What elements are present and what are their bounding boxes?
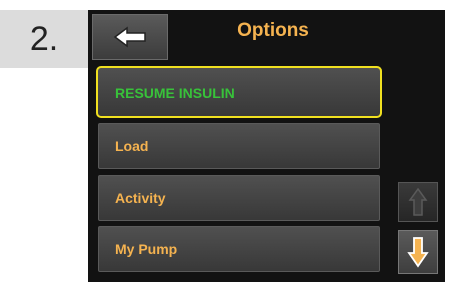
menu-item-label: Activity — [115, 190, 166, 206]
scroll-down-button[interactable] — [398, 230, 438, 274]
menu-item-my-pump[interactable]: My Pump — [98, 226, 380, 272]
menu-item-load[interactable]: Load — [98, 123, 380, 169]
arrow-up-icon — [408, 187, 428, 216]
menu-item-label: My Pump — [115, 241, 178, 257]
back-button[interactable] — [92, 14, 168, 60]
arrow-left-icon — [113, 26, 146, 48]
menu-item-label: Load — [115, 138, 149, 154]
step-label: 2. — [0, 10, 88, 68]
scroll-up-button[interactable] — [398, 182, 438, 222]
menu-item-activity[interactable]: Activity — [98, 175, 380, 221]
page-title: Options — [237, 20, 309, 41]
pump-screen: Options RESUME INSULIN Load Activity My … — [88, 10, 445, 282]
menu-item-label: RESUME INSULIN — [115, 85, 235, 101]
arrow-down-icon — [407, 237, 429, 268]
header: Options — [88, 10, 445, 60]
menu-item-resume-insulin[interactable]: RESUME INSULIN — [96, 66, 382, 118]
